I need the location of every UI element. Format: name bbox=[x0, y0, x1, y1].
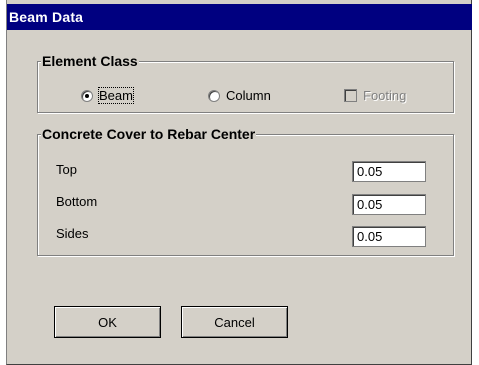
radio-column[interactable]: Column bbox=[208, 88, 271, 103]
dialog-title: Beam Data bbox=[9, 9, 84, 25]
footing-checkbox-label: Footing bbox=[363, 88, 407, 103]
concrete-cover-group: Concrete Cover to Rebar Center Top Botto… bbox=[37, 126, 454, 256]
concrete-cover-legend: Concrete Cover to Rebar Center bbox=[41, 126, 257, 142]
radio-beam[interactable]: Beam bbox=[81, 87, 134, 104]
footing-checkbox: Footing bbox=[344, 88, 406, 103]
bottom-label: Bottom bbox=[56, 194, 98, 209]
sides-label: Sides bbox=[56, 226, 89, 241]
ok-button[interactable]: OK bbox=[54, 306, 161, 338]
radio-beam-circle[interactable] bbox=[81, 89, 93, 102]
element-class-legend: Element Class bbox=[41, 53, 139, 69]
beam-data-dialog: Beam Data Element Class Beam Column Foot… bbox=[6, 0, 472, 365]
element-class-group: Element Class Beam Column Footing bbox=[37, 53, 454, 113]
title-bar[interactable]: Beam Data bbox=[7, 4, 472, 30]
top-label: Top bbox=[56, 162, 77, 177]
bottom-cover-input[interactable] bbox=[352, 194, 426, 215]
radio-column-circle[interactable] bbox=[208, 89, 220, 102]
radio-beam-label[interactable]: Beam bbox=[98, 87, 134, 104]
footing-checkbox-box bbox=[344, 89, 357, 102]
sides-cover-input[interactable] bbox=[352, 226, 426, 247]
radio-selected-dot bbox=[85, 93, 89, 98]
top-cover-input[interactable] bbox=[352, 161, 426, 182]
radio-column-label[interactable]: Column bbox=[226, 88, 271, 103]
cancel-button[interactable]: Cancel bbox=[181, 306, 288, 338]
